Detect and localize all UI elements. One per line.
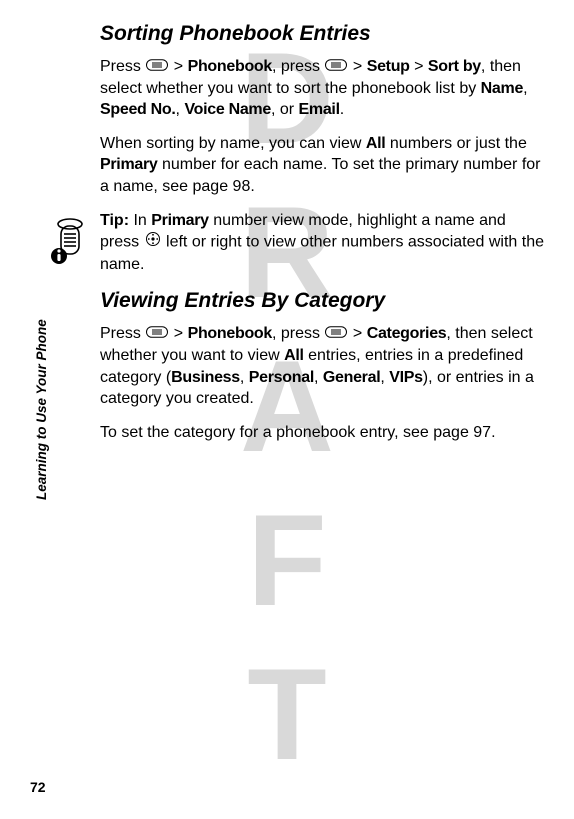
text: , [523, 80, 527, 97]
section-viewing-title: Viewing Entries By Category [100, 289, 544, 313]
menu-key-icon [325, 56, 347, 78]
kw-all: All [366, 135, 386, 152]
menu-key-icon [325, 323, 347, 345]
text: , press [272, 325, 324, 342]
kw-phonebook: Phonebook [188, 325, 272, 342]
navigation-icon [145, 231, 161, 254]
kw-business: Business [171, 369, 240, 386]
text: , [240, 369, 249, 386]
kw-general: General [323, 369, 381, 386]
kw-speed: Speed No. [100, 101, 176, 118]
text: > [169, 58, 187, 75]
text: Press [100, 58, 145, 75]
tip-label: Tip: [100, 212, 129, 229]
text: > [169, 325, 187, 342]
page-number: 72 [30, 779, 46, 795]
kw-vips: VIPs [389, 369, 423, 386]
kw-name: Name [481, 80, 523, 97]
text: , press [272, 58, 324, 75]
text: > [348, 58, 366, 75]
text: > [410, 58, 428, 75]
menu-key-icon [146, 56, 168, 78]
text: When sorting by name, you can view [100, 135, 366, 152]
kw-sortby: Sort by [428, 58, 481, 75]
kw-phonebook: Phonebook [188, 58, 272, 75]
viewing-paragraph-2: To set the category for a phonebook entr… [100, 422, 544, 444]
kw-categories: Categories [367, 325, 447, 342]
kw-setup: Setup [367, 58, 410, 75]
text: , [314, 369, 323, 386]
text: . [340, 101, 344, 118]
text: left or right to view other numbers asso… [100, 234, 544, 273]
text: , or [271, 101, 299, 118]
page-content: Sorting Phonebook Entries Press > Phoneb… [0, 0, 574, 443]
menu-key-icon [146, 323, 168, 345]
kw-all: All [284, 347, 304, 364]
text: Press [100, 325, 145, 342]
sorting-paragraph-2: When sorting by name, you can view All n… [100, 133, 544, 198]
tip-block: Tip: In Primary number view mode, highli… [48, 210, 544, 276]
text: number for each name. To set the primary… [100, 156, 541, 195]
kw-primary: Primary [151, 212, 209, 229]
section-sorting-title: Sorting Phonebook Entries [100, 22, 544, 46]
kw-personal: Personal [249, 369, 314, 386]
phone-info-icon [48, 216, 90, 271]
tip-text: Tip: In Primary number view mode, highli… [100, 210, 544, 276]
kw-email: Email [299, 101, 340, 118]
sorting-paragraph-1: Press > Phonebook, press > Setup > Sort … [100, 56, 544, 121]
text: , [380, 369, 389, 386]
text: > [348, 325, 366, 342]
viewing-paragraph-1: Press > Phonebook, press > Categories, t… [100, 323, 544, 409]
kw-primary: Primary [100, 156, 158, 173]
text: In [129, 212, 151, 229]
text: numbers or just the [385, 135, 526, 152]
kw-voice: Voice Name [184, 101, 271, 118]
